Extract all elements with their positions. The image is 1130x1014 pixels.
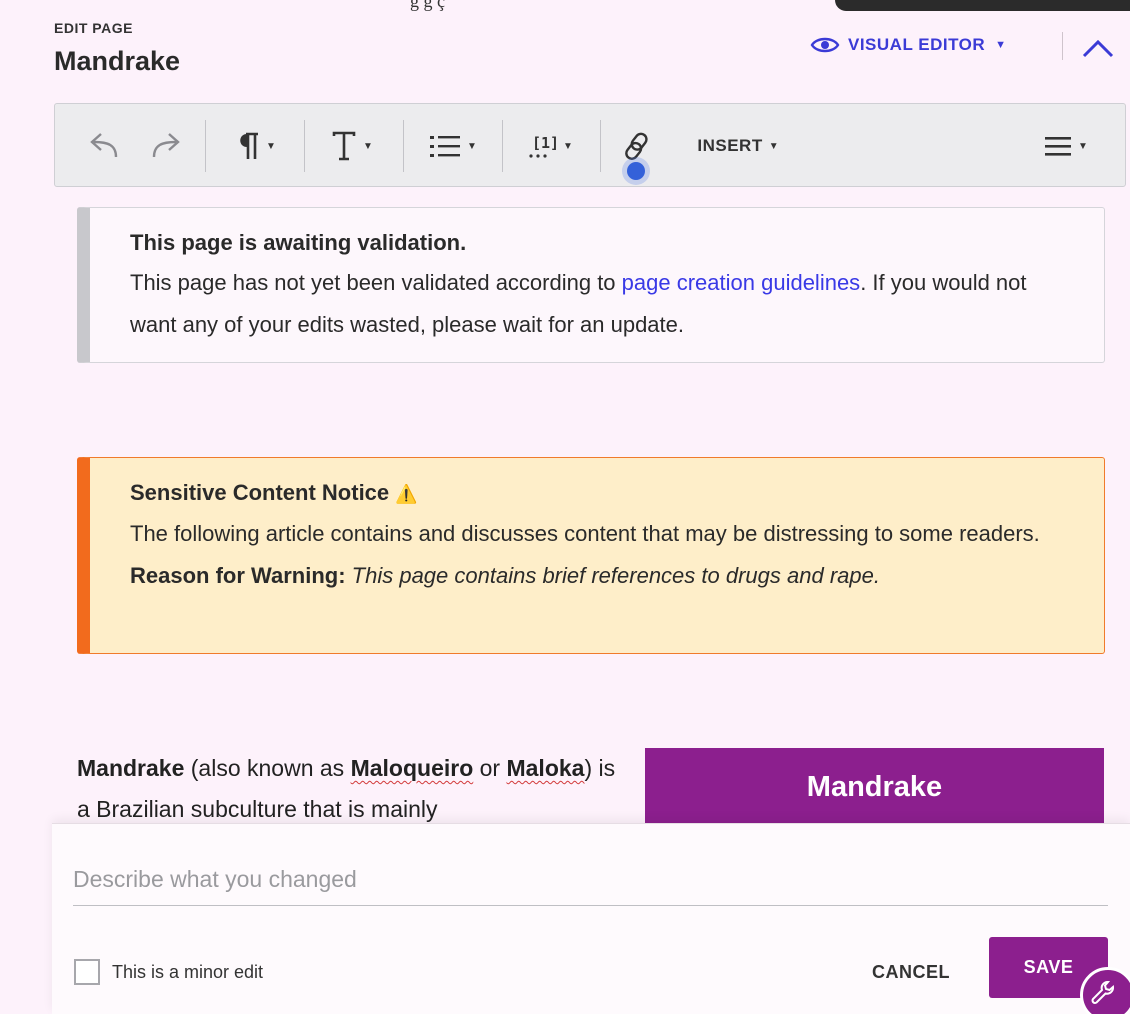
page-options-button[interactable]: ▼ [1033,104,1099,188]
sensitive-notice-title: Sensitive Content Notice ⚠️ [130,474,1074,513]
hamburger-icon [1045,137,1072,156]
validation-notice-title: This page is awaiting validation. [130,230,467,255]
edit-page-label: EDIT PAGE [54,20,133,36]
reason-text: This page contains brief references to d… [351,563,880,588]
dark-top-tab [835,0,1130,11]
reason-label: Reason for Warning: [130,563,346,588]
chevron-up-icon [1082,39,1114,58]
warning-icon: ⚠️ [395,484,418,504]
alias-maloka: Maloka [506,755,585,781]
article-text-part: (also known as [184,755,351,781]
chevron-down-icon: ▼ [995,39,1007,51]
redo-icon [152,133,180,158]
chevron-down-icon: ▼ [266,140,276,152]
article-text-part: or [473,755,507,781]
paragraph-icon [240,132,259,159]
toolbar-separator [205,120,206,172]
redo-button[interactable] [143,104,191,188]
sensitive-notice-reason: Reason for Warning: This page contains b… [130,555,1074,597]
minor-edit-label[interactable]: This is a minor edit [112,959,263,985]
list-icon [430,136,461,157]
cursor-focus-indicator [622,157,650,185]
text-style-button[interactable]: ▼ [319,104,385,188]
wrench-icon [1091,981,1115,1004]
toolbar-separator [502,120,503,172]
visual-editor-label: VISUAL EDITOR [848,35,986,54]
sensitive-notice-body: The following article contains and discu… [130,521,1040,546]
editor-toolbar: ▼ ▼ ▼ [1] ▼ INSERT ▼ ▼ [54,103,1126,187]
validation-notice-body: This page has not yet been validated acc… [130,262,1074,346]
save-panel: This is a minor edit CANCEL SAVE [52,823,1130,1014]
insert-menu-button[interactable]: INSERT ▼ [677,104,799,188]
validation-text-before: This page has not yet been validated acc… [130,270,622,295]
header-divider [1062,32,1063,60]
svg-text:[1]: [1] [532,134,557,152]
paragraph-format-button[interactable]: ▼ [219,104,291,188]
chevron-down-icon: ▼ [563,140,573,152]
alias-maloqueiro: Maloqueiro [350,755,474,781]
visual-editor-switch[interactable]: VISUAL EDITOR ▼ [810,34,1007,56]
top-clipped-bar: g g ç [0,0,1130,14]
chevron-down-icon: ▼ [467,140,477,152]
infobox-title[interactable]: Mandrake [645,748,1104,826]
validation-notice: This page is awaiting validation. This p… [77,207,1105,363]
minor-edit-checkbox[interactable] [74,959,100,985]
article-lead-paragraph[interactable]: Mandrake (also known as Maloqueiro or Ma… [77,748,617,830]
list-button[interactable]: ▼ [417,104,489,188]
undo-icon [90,133,118,158]
collapse-button[interactable] [1078,30,1118,66]
toolbar-separator [403,120,404,172]
toolbar-separator [304,120,305,172]
insert-label: INSERT [697,136,763,155]
article-subject: Mandrake [77,755,185,781]
undo-button[interactable] [79,104,127,188]
chevron-down-icon: ▼ [363,140,373,152]
page-creation-guidelines-link[interactable]: page creation guidelines [622,270,861,295]
chevron-down-icon: ▼ [768,140,779,152]
sensitive-content-notice: Sensitive Content Notice ⚠️ The followin… [77,457,1105,654]
page-title: Mandrake [54,46,181,76]
chevron-down-icon: ▼ [1078,140,1088,152]
clipped-top-text: g g ç [410,0,445,11]
editor-header: EDIT PAGE Mandrake VISUAL EDITOR ▼ [54,18,1114,88]
cancel-button[interactable]: CANCEL [860,952,962,992]
cite-button[interactable]: [1] ▼ [517,104,583,188]
cite-icon: [1] [529,134,557,158]
tools-button[interactable] [1080,967,1130,1014]
sensitive-notice-title-text: Sensitive Content Notice [130,480,390,505]
toolbar-separator [600,120,601,172]
edit-summary-input[interactable] [73,854,1108,906]
eye-icon [810,37,840,53]
text-style-icon [332,131,356,161]
